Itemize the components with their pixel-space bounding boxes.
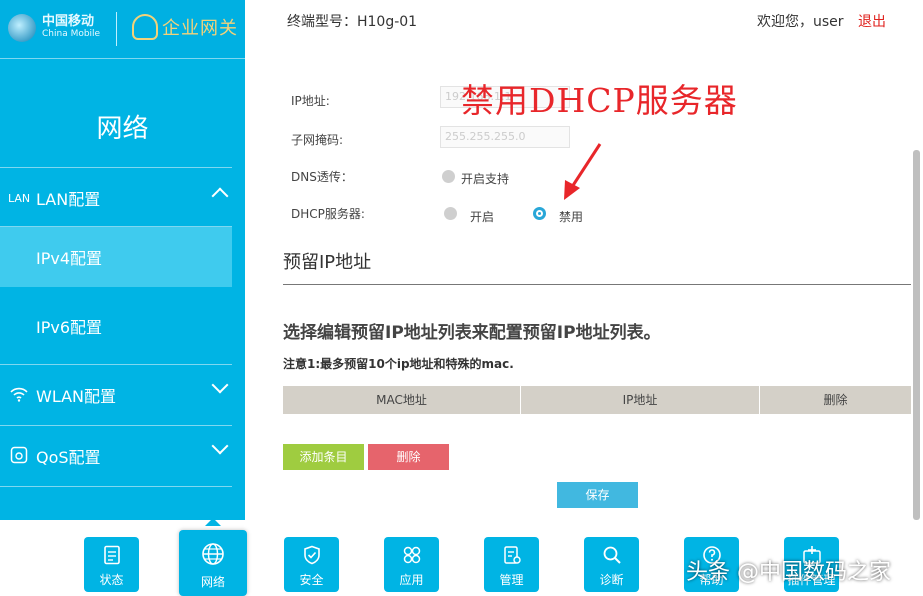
scrollbar[interactable] bbox=[913, 150, 920, 520]
dock-item-label: 诊断 bbox=[599, 573, 624, 587]
gateway-logo-icon bbox=[132, 14, 158, 40]
dock-item-network[interactable]: 网络 bbox=[179, 530, 247, 596]
mask-input[interactable]: 255.255.255.0 bbox=[440, 126, 570, 148]
annotation-arrow-icon bbox=[564, 143, 602, 200]
china-mobile-logo-icon bbox=[8, 14, 36, 42]
dock-item-label: 网络 bbox=[200, 575, 225, 589]
delete-button[interactable]: 删除 bbox=[368, 444, 449, 470]
dhcp-disable-radio[interactable] bbox=[533, 207, 546, 220]
qos-icon bbox=[8, 446, 30, 467]
dhcp-disable-label: 禁用 bbox=[559, 210, 584, 224]
dns-label: DNS透传： bbox=[291, 170, 353, 184]
reserved-ip-table-header: MAC地址 IP地址 删除 bbox=[283, 386, 911, 414]
welcome-text: 欢迎您，user bbox=[757, 14, 844, 30]
brand-name: 企业网关 bbox=[162, 18, 238, 39]
save-button[interactable]: 保存 bbox=[557, 482, 638, 508]
sidebar-item-lan[interactable]: LAN LAN配置 bbox=[0, 168, 232, 228]
ip-label: IP地址: bbox=[291, 94, 330, 108]
dock-item-security[interactable]: 安全 bbox=[284, 537, 339, 592]
annotation-text: 禁用DHCP服务器 bbox=[461, 81, 738, 120]
sidebar-item-ipv4[interactable]: IPv4配置 bbox=[0, 227, 232, 287]
reserved-ip-title: 预留IP地址 bbox=[283, 252, 372, 273]
sidebar-item-qos[interactable]: QoS配置 bbox=[0, 426, 232, 486]
status-icon bbox=[84, 545, 139, 570]
chevron-up-icon bbox=[211, 186, 229, 205]
mask-label: 子网掩码: bbox=[291, 133, 344, 147]
dock-item-label: 管理 bbox=[499, 573, 524, 587]
china-mobile-logo: 中国移动 China Mobile bbox=[8, 14, 100, 42]
shield-icon bbox=[284, 545, 339, 570]
sidebar-item-label: WLAN配置 bbox=[36, 387, 117, 406]
dns-passthrough-radio[interactable] bbox=[442, 170, 455, 183]
dock-item-diagnose[interactable]: 诊断 bbox=[584, 537, 639, 592]
sidebar-item-wlan[interactable]: WLAN配置 bbox=[0, 365, 232, 425]
column-header-delete: 删除 bbox=[823, 393, 848, 407]
dhcp-enable-label: 开启 bbox=[470, 210, 495, 224]
chevron-down-icon bbox=[211, 437, 229, 455]
dock-item-apps[interactable]: 应用 bbox=[384, 537, 439, 592]
watermark-text: 头条 @中国数码之家 bbox=[686, 560, 891, 585]
logo-en-text: China Mobile bbox=[42, 29, 101, 39]
sidebar-item-label: QoS配置 bbox=[36, 448, 101, 467]
reserved-ip-instruction: 选择编辑预留IP地址列表来配置预留IP地址列表。 bbox=[283, 323, 661, 343]
sidebar: 中国移动 China Mobile 企业网关 网络 LAN LAN配置 IPv4… bbox=[0, 0, 245, 520]
apps-icon bbox=[384, 545, 439, 570]
wifi-icon bbox=[8, 386, 30, 405]
dock-pointer bbox=[205, 518, 221, 526]
sidebar-item-ipv6[interactable]: IPv6配置 bbox=[0, 296, 232, 356]
dns-option-label: 开启支持 bbox=[461, 172, 510, 186]
sidebar-section-title: 网络 bbox=[96, 114, 149, 144]
search-icon bbox=[584, 545, 639, 570]
chevron-down-icon bbox=[211, 376, 229, 394]
dock-item-label: 状态 bbox=[99, 573, 124, 587]
dhcp-enable-radio[interactable] bbox=[444, 207, 457, 220]
logo-cn-text: 中国移动 bbox=[42, 14, 95, 29]
lan-icon: LAN bbox=[8, 191, 31, 205]
nav-divider bbox=[0, 486, 232, 487]
add-entry-button[interactable]: 添加条目 bbox=[283, 444, 364, 470]
section-divider bbox=[283, 284, 911, 285]
logo-bar: 中国移动 China Mobile 企业网关 bbox=[0, 0, 245, 59]
manage-icon bbox=[484, 545, 539, 570]
dock-item-label: 应用 bbox=[399, 573, 424, 587]
dhcp-label: DHCP服务器: bbox=[291, 207, 365, 221]
globe-icon bbox=[179, 542, 247, 571]
dock-item-status[interactable]: 状态 bbox=[84, 537, 139, 592]
sidebar-item-label: IPv6配置 bbox=[36, 318, 103, 337]
column-header-ip: IP地址 bbox=[521, 386, 760, 414]
logo-divider bbox=[116, 12, 117, 46]
sidebar-item-label: LAN配置 bbox=[36, 190, 101, 209]
column-header-mac: MAC地址 bbox=[283, 386, 521, 414]
dock-item-manage[interactable]: 管理 bbox=[484, 537, 539, 592]
logout-link[interactable]: 退出 bbox=[858, 11, 886, 31]
dock-item-label: 安全 bbox=[299, 573, 324, 587]
enterprise-gateway-logo: 企业网关 bbox=[132, 14, 238, 40]
reserved-ip-note: 注意1:最多预留10个ip地址和特殊的mac. bbox=[283, 357, 514, 371]
device-model: 终端型号：H10g-01 bbox=[287, 14, 418, 30]
sidebar-item-label: IPv4配置 bbox=[36, 249, 103, 268]
